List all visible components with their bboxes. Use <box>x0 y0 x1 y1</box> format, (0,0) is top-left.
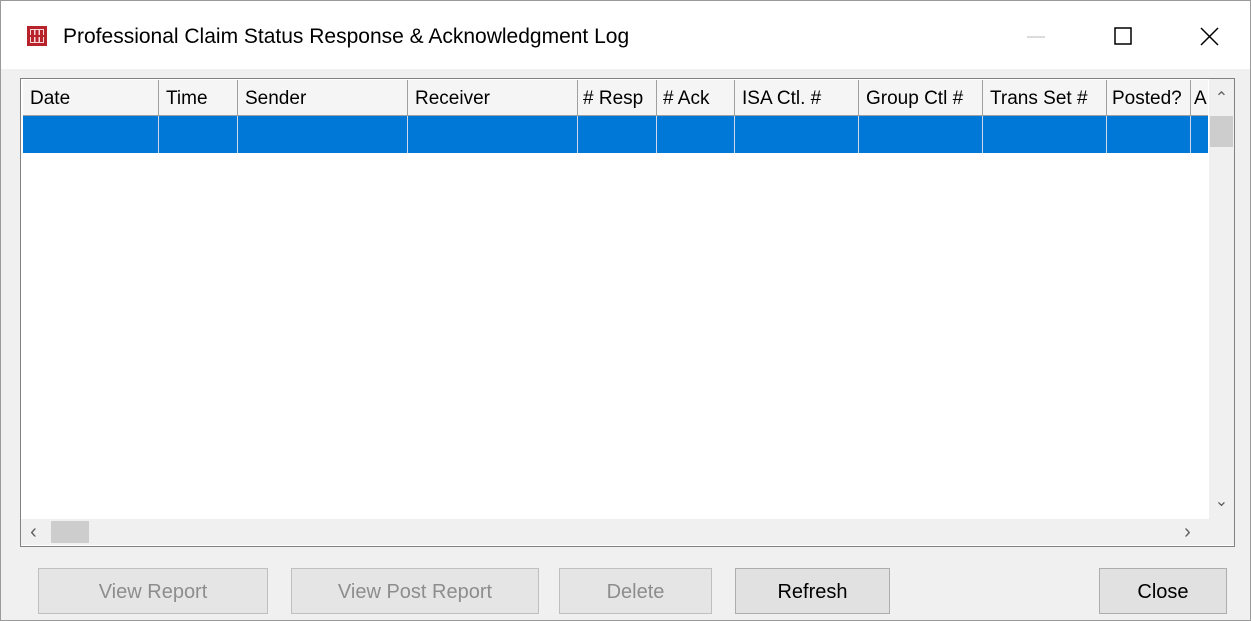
column-header-resp[interactable]: # Resp <box>578 80 657 115</box>
column-header-group-ctl[interactable]: Group Ctl # <box>859 80 983 115</box>
minimize-icon <box>1027 36 1045 38</box>
scroll-left-icon[interactable]: ‹ <box>21 521 46 543</box>
column-header-posted[interactable]: Posted? <box>1107 80 1191 115</box>
row-cell-date[interactable] <box>23 116 159 153</box>
dialog-window: Professional Claim Status Response & Ack… <box>0 0 1251 621</box>
column-header-trans-set[interactable]: Trans Set # <box>983 80 1107 115</box>
view-post-report-button[interactable]: View Post Report <box>291 568 539 614</box>
grid-header: Date Time Sender Receiver # Resp # Ack I… <box>23 80 1208 116</box>
row-cell-resp[interactable] <box>578 116 657 153</box>
vertical-scroll-thumb[interactable] <box>1210 116 1233 147</box>
minimize-button[interactable] <box>993 1 1079 69</box>
maximize-icon <box>1114 27 1132 45</box>
table-row-selected[interactable] <box>23 116 1208 153</box>
refresh-button[interactable]: Refresh <box>735 568 890 614</box>
column-header-a[interactable]: A <box>1191 80 1208 115</box>
view-report-button[interactable]: View Report <box>38 568 268 614</box>
row-cell-ack[interactable] <box>657 116 735 153</box>
log-grid[interactable]: Date Time Sender Receiver # Resp # Ack I… <box>20 78 1235 547</box>
column-header-isa-ctl[interactable]: ISA Ctl. # <box>735 80 859 115</box>
window-title: Professional Claim Status Response & Ack… <box>63 25 630 48</box>
row-cell-isa-ctl[interactable] <box>735 116 859 153</box>
column-header-ack[interactable]: # Ack <box>657 80 735 115</box>
row-cell-receiver[interactable] <box>408 116 578 153</box>
scrollbar-corner <box>1209 519 1234 545</box>
scroll-down-icon[interactable]: ⌄ <box>1209 491 1234 511</box>
close-window-button[interactable] <box>1165 1 1251 69</box>
row-cell-trans-set[interactable] <box>983 116 1107 153</box>
scroll-up-icon[interactable]: ⌃ <box>1209 88 1234 108</box>
title-bar[interactable]: Professional Claim Status Response & Ack… <box>1 1 1250 69</box>
horizontal-scroll-thumb[interactable] <box>51 521 89 543</box>
column-header-time[interactable]: Time <box>159 80 238 115</box>
close-button[interactable]: Close <box>1099 568 1227 614</box>
app-log-icon <box>27 26 47 46</box>
horizontal-scrollbar[interactable]: ‹ › <box>21 519 1209 545</box>
scroll-right-icon[interactable]: › <box>1175 521 1200 543</box>
row-cell-group-ctl[interactable] <box>859 116 983 153</box>
row-cell-posted[interactable] <box>1107 116 1191 153</box>
close-icon <box>1200 27 1219 46</box>
maximize-button[interactable] <box>1079 1 1165 69</box>
vertical-scrollbar[interactable]: ⌃ ⌄ <box>1209 79 1234 519</box>
column-header-receiver[interactable]: Receiver <box>408 80 578 115</box>
row-cell-time[interactable] <box>159 116 238 153</box>
delete-button[interactable]: Delete <box>559 568 712 614</box>
row-cell-sender[interactable] <box>238 116 408 153</box>
column-header-date[interactable]: Date <box>23 80 159 115</box>
column-header-sender[interactable]: Sender <box>238 80 408 115</box>
